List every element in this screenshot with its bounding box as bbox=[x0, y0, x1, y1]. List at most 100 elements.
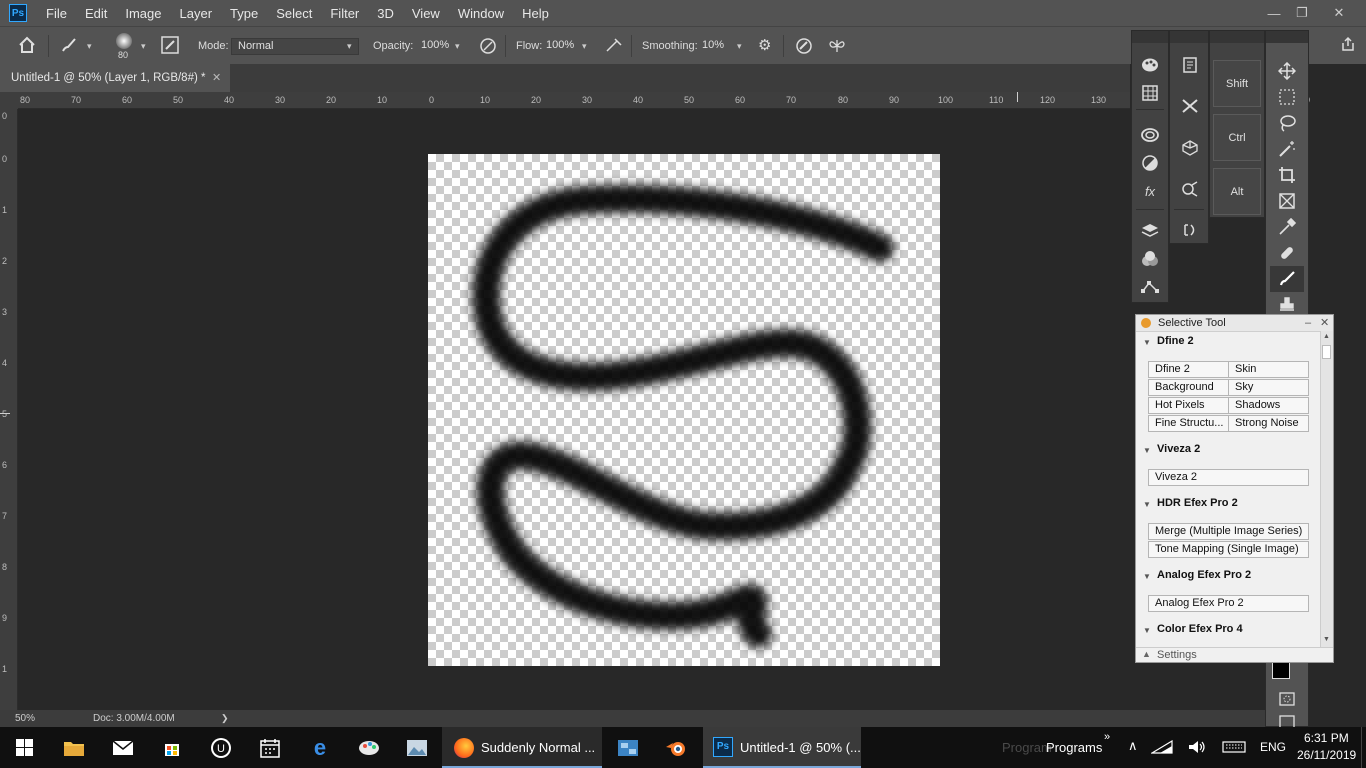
file-explorer-icon[interactable] bbox=[50, 727, 98, 768]
menu-window[interactable]: Window bbox=[449, 6, 513, 21]
marquee-tool-icon[interactable] bbox=[1275, 86, 1299, 108]
paths-icon[interactable] bbox=[1138, 276, 1162, 298]
frame-tool-icon[interactable] bbox=[1275, 190, 1299, 212]
document-tab[interactable]: Untitled-1 @ 50% (Layer 1, RGB/8#) * ✕ bbox=[0, 64, 230, 92]
pressure-size-icon[interactable] bbox=[795, 37, 813, 59]
layers-icon[interactable] bbox=[1138, 220, 1162, 242]
chevron-down-icon[interactable]: ▾ bbox=[582, 41, 587, 52]
show-hidden-icons-chevron-up-icon[interactable]: ∧ bbox=[1128, 738, 1138, 754]
airbrush-icon[interactable] bbox=[605, 37, 623, 59]
libraries-icon[interactable] bbox=[1138, 124, 1162, 146]
brush-preset-icon[interactable] bbox=[116, 33, 132, 49]
background-button[interactable]: Background bbox=[1148, 379, 1229, 396]
collapse-triangle-icon[interactable]: ▼ bbox=[1143, 338, 1151, 347]
photoshop-logo-icon[interactable]: Ps bbox=[9, 4, 27, 22]
vertical-ruler[interactable]: 0 0 1 2 3 4 5 6 7 8 9 1 bbox=[0, 109, 18, 710]
quick-mask-icon[interactable] bbox=[1275, 688, 1299, 710]
show-desktop-button[interactable] bbox=[1361, 727, 1366, 768]
close-tab-icon[interactable]: ✕ bbox=[212, 64, 221, 92]
3d-cube-icon[interactable] bbox=[1178, 137, 1202, 159]
swatches-palette-icon[interactable] bbox=[1138, 54, 1162, 76]
collapse-triangle-icon[interactable]: ▼ bbox=[1143, 572, 1151, 581]
section-viveza[interactable]: Viveza 2 bbox=[1157, 443, 1200, 455]
windows-start-icon[interactable] bbox=[0, 727, 48, 768]
grid-icon[interactable] bbox=[1138, 82, 1162, 104]
magic-wand-tool-icon[interactable] bbox=[1275, 138, 1299, 160]
restore-button[interactable]: ❐ bbox=[1285, 0, 1319, 26]
crop-tool-icon[interactable] bbox=[1275, 164, 1299, 186]
collapse-triangle-icon[interactable]: ▼ bbox=[1143, 626, 1151, 635]
paint-app-icon[interactable] bbox=[345, 727, 393, 768]
minimize-panel-icon[interactable]: – bbox=[1305, 315, 1311, 331]
menu-layer[interactable]: Layer bbox=[171, 6, 222, 21]
edge-icon[interactable]: e bbox=[296, 727, 344, 768]
skin-button[interactable]: Skin bbox=[1228, 361, 1309, 378]
dfine-button[interactable]: Dfine 2 bbox=[1148, 361, 1229, 378]
mail-icon[interactable] bbox=[99, 727, 147, 768]
photoshop-taskbar-button[interactable]: Ps Untitled-1 @ 50% (... bbox=[703, 727, 861, 768]
section-color-efex[interactable]: Color Efex Pro 4 bbox=[1157, 623, 1243, 635]
foreground-color-swatch[interactable] bbox=[1272, 661, 1290, 679]
dock-header[interactable] bbox=[1210, 31, 1264, 43]
tone-mapping-button[interactable]: Tone Mapping (Single Image) bbox=[1148, 541, 1309, 558]
styles-fx-icon[interactable]: fx bbox=[1138, 180, 1162, 202]
close-window-button[interactable]: ✕ bbox=[1322, 0, 1356, 26]
pressure-opacity-icon[interactable] bbox=[479, 37, 497, 59]
brush-tool-icon[interactable] bbox=[60, 36, 78, 58]
menu-3d[interactable]: 3D bbox=[368, 6, 403, 21]
strong-noise-button[interactable]: Strong Noise bbox=[1228, 415, 1309, 432]
history-icon[interactable] bbox=[1178, 219, 1202, 241]
dock-header[interactable] bbox=[1132, 31, 1168, 43]
gear-icon[interactable]: ⚙ bbox=[758, 36, 771, 54]
settings-link[interactable]: Settings bbox=[1157, 649, 1197, 661]
section-analog-efex[interactable]: Analog Efex Pro 2 bbox=[1157, 569, 1251, 581]
shift-key-button[interactable]: Shift bbox=[1213, 60, 1261, 107]
status-menu-arrow-icon[interactable]: ❯ bbox=[221, 713, 229, 724]
volume-icon[interactable] bbox=[1188, 740, 1206, 757]
menu-filter[interactable]: Filter bbox=[321, 6, 368, 21]
section-hdr-efex[interactable]: HDR Efex Pro 2 bbox=[1157, 497, 1238, 509]
collapse-triangle-icon[interactable]: ▼ bbox=[1143, 500, 1151, 509]
firefox-taskbar-button[interactable]: Suddenly Normal ... bbox=[442, 727, 602, 768]
menu-file[interactable]: File bbox=[37, 6, 76, 21]
share-icon[interactable] bbox=[1340, 36, 1356, 56]
chevron-down-icon[interactable]: ▾ bbox=[87, 41, 92, 52]
settings-arrow-icon[interactable]: ▲ bbox=[1142, 649, 1151, 659]
screen-mode-icon[interactable] bbox=[1275, 713, 1299, 727]
chevron-down-icon[interactable]: ▾ bbox=[455, 41, 460, 52]
alt-key-button[interactable]: Alt bbox=[1213, 168, 1261, 215]
hot-pixels-button[interactable]: Hot Pixels bbox=[1148, 397, 1229, 414]
unreal-engine-icon[interactable]: U bbox=[197, 727, 245, 768]
dock-header[interactable] bbox=[1170, 31, 1208, 43]
brush-tool-icon[interactable] bbox=[1275, 268, 1299, 290]
eyedropper-tool-icon[interactable] bbox=[1275, 216, 1299, 238]
scroll-down-icon[interactable]: ▼ bbox=[1323, 636, 1330, 643]
keyboard-icon[interactable] bbox=[1222, 741, 1246, 756]
symmetry-butterfly-icon[interactable] bbox=[828, 37, 846, 59]
menu-edit[interactable]: Edit bbox=[76, 6, 116, 21]
mode-dropdown[interactable]: Normal bbox=[231, 38, 359, 55]
toolbar-expand-icon[interactable]: » bbox=[1104, 731, 1110, 743]
scroll-up-icon[interactable]: ▲ bbox=[1323, 333, 1330, 340]
channels-icon[interactable] bbox=[1138, 248, 1162, 270]
move-tool-icon[interactable] bbox=[1275, 60, 1299, 82]
menu-view[interactable]: View bbox=[403, 6, 449, 21]
actions-icon[interactable] bbox=[1178, 178, 1202, 200]
fine-structure-button[interactable]: Fine Structu... bbox=[1148, 415, 1229, 432]
analog-efex-button[interactable]: Analog Efex Pro 2 bbox=[1148, 595, 1309, 612]
clone-stamp-tool-icon[interactable] bbox=[1275, 294, 1299, 316]
menu-image[interactable]: Image bbox=[116, 6, 170, 21]
language-indicator[interactable]: ENG bbox=[1260, 740, 1286, 754]
selective-tool-titlebar[interactable]: Selective Tool – ✕ bbox=[1136, 315, 1333, 332]
zoom-level[interactable]: 50% bbox=[15, 713, 35, 724]
lasso-tool-icon[interactable] bbox=[1275, 112, 1299, 134]
home-icon[interactable] bbox=[18, 36, 36, 58]
chevron-down-icon[interactable]: ▾ bbox=[737, 41, 742, 52]
brush-settings-panel-icon[interactable] bbox=[161, 36, 179, 58]
horizontal-ruler[interactable]: 80 70 60 50 40 30 20 10 0 10 20 30 40 50… bbox=[18, 92, 1130, 109]
photos-app-icon[interactable] bbox=[393, 727, 441, 768]
merge-button[interactable]: Merge (Multiple Image Series) bbox=[1148, 523, 1309, 540]
scrollbar[interactable]: ▲ ▼ bbox=[1320, 331, 1333, 647]
store-icon[interactable] bbox=[148, 727, 196, 768]
dock-header[interactable] bbox=[1266, 31, 1308, 43]
